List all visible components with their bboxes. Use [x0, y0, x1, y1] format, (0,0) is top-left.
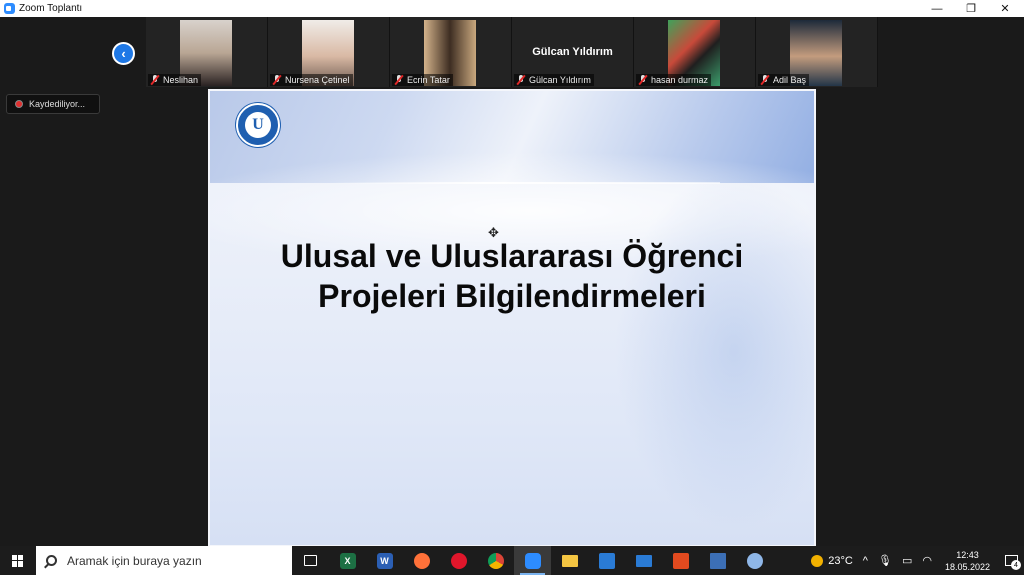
restore-button[interactable]: ❐: [954, 0, 988, 17]
mail-icon[interactable]: [625, 546, 662, 575]
mic-muted-icon: [761, 75, 769, 85]
excel-icon[interactable]: X: [329, 546, 366, 575]
notification-count: 4: [1011, 560, 1021, 570]
office-icon[interactable]: [662, 546, 699, 575]
participant-nameplate: hasan durmaz: [636, 74, 712, 86]
clock-time: 12:43: [956, 549, 979, 560]
zoom-taskbar-icon[interactable]: [514, 546, 551, 575]
mic-muted-icon: [517, 75, 525, 85]
mic-muted-icon: [273, 75, 281, 85]
close-button[interactable]: ✕: [988, 0, 1022, 17]
system-tray: 23°C ^ 🎙 ▭ ◠ 12:43 18.05.2022 4: [811, 546, 1024, 575]
mic-muted-icon: [395, 75, 403, 85]
mic-muted-icon: [639, 75, 647, 85]
participant-name: Neslihan: [163, 75, 199, 85]
participant-nameplate: Adil Baş: [758, 74, 810, 86]
participant-tile[interactable]: Ecrin Tatar: [390, 17, 512, 87]
participant-nameplate: Ecrin Tatar: [392, 74, 453, 86]
record-icon: [15, 100, 23, 108]
participant-strip: Neslihan Nursena Çetinel Ecrin Tatar Gül…: [146, 17, 878, 87]
battery-icon[interactable]: ▭: [902, 554, 912, 567]
firefox-icon[interactable]: [403, 546, 440, 575]
windows-logo-icon: [12, 554, 24, 567]
search-placeholder: Aramak için buraya yazın: [67, 553, 202, 568]
mic-muted-icon: [151, 75, 159, 85]
microsoft-store-icon[interactable]: [588, 546, 625, 575]
slide-decoration: [614, 171, 814, 531]
opera-icon[interactable]: [440, 546, 477, 575]
window-title: Zoom Toplantı: [19, 3, 83, 14]
weather-sun-icon[interactable]: [811, 554, 824, 567]
university-logo: U: [236, 103, 280, 147]
slide-title-line: Ulusal ve Uluslararası Öğrenci: [280, 238, 744, 274]
taskbar-search-input[interactable]: Aramak için buraya yazın: [36, 546, 292, 575]
minimize-button[interactable]: —: [920, 0, 954, 17]
notification-center-button[interactable]: 4: [998, 546, 1024, 575]
calculator-icon[interactable]: [699, 546, 736, 575]
meeting-stage: ‹ Neslihan Nursena Çetinel Ecrin Tatar G…: [0, 17, 1024, 547]
participant-name: Gülcan Yıldırım: [529, 75, 591, 85]
participant-tile[interactable]: Nursena Çetinel: [268, 17, 390, 87]
participant-name: Adil Baş: [773, 75, 807, 85]
zoom-app-icon: [4, 3, 15, 14]
weather-temperature[interactable]: 23°C: [828, 555, 853, 567]
microphone-icon[interactable]: 🎙: [878, 554, 892, 567]
participant-tile[interactable]: Neslihan: [146, 17, 268, 87]
participant-display-name: Gülcan Yıldırım: [532, 46, 613, 58]
recording-indicator[interactable]: Kaydediliyor...: [6, 94, 100, 114]
start-button[interactable]: [0, 546, 36, 575]
task-view-icon[interactable]: [292, 546, 329, 575]
logo-letter: U: [252, 116, 264, 133]
chrome-icon[interactable]: [477, 546, 514, 575]
shared-screen-slide: U ✥ Ulusal ve Uluslararası Öğrenci Proje…: [208, 89, 816, 547]
slide-title: Ulusal ve Uluslararası Öğrenci Projeleri…: [210, 236, 814, 316]
slide-title-line: Projeleri Bilgilendirmeleri: [318, 278, 706, 314]
window-titlebar: Zoom Toplantı — ❐ ✕: [0, 0, 1024, 17]
participant-name: Nursena Çetinel: [285, 75, 350, 85]
participant-nameplate: Neslihan: [148, 74, 202, 86]
participant-tile[interactable]: Gülcan Yıldırım Gülcan Yıldırım: [512, 17, 634, 87]
participant-tile[interactable]: hasan durmaz: [634, 17, 756, 87]
chevron-up-icon[interactable]: ^: [863, 555, 868, 567]
windows-taskbar: Aramak için buraya yazın X W 23°C ^ 🎙 ▭ …: [0, 546, 1024, 575]
previous-page-button[interactable]: ‹: [112, 42, 135, 65]
search-icon: [46, 555, 57, 566]
file-explorer-icon[interactable]: [551, 546, 588, 575]
participant-name: hasan durmaz: [651, 75, 709, 85]
word-icon[interactable]: W: [366, 546, 403, 575]
participant-tile[interactable]: Adil Baş: [756, 17, 878, 87]
wifi-icon[interactable]: ◠: [922, 554, 932, 567]
taskbar-clock[interactable]: 12:43 18.05.2022: [945, 549, 990, 573]
recording-label: Kaydediliyor...: [29, 99, 86, 109]
participant-nameplate: Gülcan Yıldırım: [514, 74, 594, 86]
paint-icon[interactable]: [736, 546, 773, 575]
participant-nameplate: Nursena Çetinel: [270, 74, 353, 86]
participant-name: Ecrin Tatar: [407, 75, 450, 85]
clock-date: 18.05.2022: [944, 561, 990, 572]
